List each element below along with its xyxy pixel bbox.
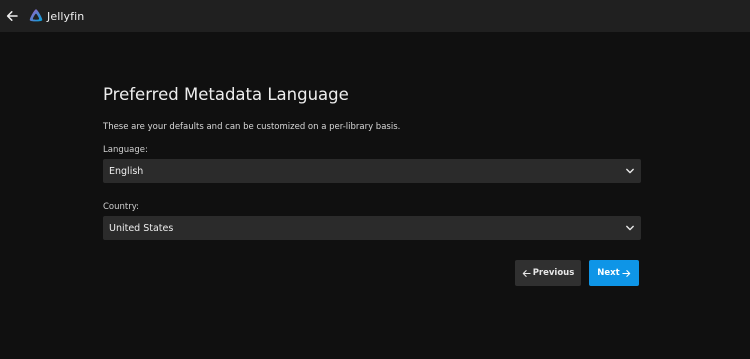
previous-button[interactable]: Previous [515, 260, 581, 286]
country-select[interactable]: United States [103, 216, 641, 240]
arrow-right-icon [622, 269, 630, 277]
arrow-left-icon [6, 11, 18, 21]
app-name: Jellyfin [47, 9, 85, 23]
previous-button-label: Previous [532, 268, 575, 278]
app-window: Jellyfin Preferred Metadata Language The… [0, 0, 750, 359]
page-description: These are your defaults and can be custo… [103, 122, 401, 132]
jellyfin-logo-icon [29, 9, 43, 22]
app-logo[interactable]: Jellyfin [28, 8, 84, 24]
language-label: Language: [103, 145, 148, 155]
chevron-down-icon [626, 168, 634, 174]
header-bar: Jellyfin [0, 0, 750, 32]
arrow-left-icon [522, 269, 531, 277]
next-button-label: Next [597, 268, 620, 278]
back-button[interactable] [2, 6, 22, 26]
page-title: Preferred Metadata Language [103, 85, 349, 104]
chevron-down-icon [626, 225, 634, 231]
country-select-value: United States [109, 222, 174, 234]
language-select[interactable]: English [103, 159, 641, 183]
wizard-metadata-language: Preferred Metadata Language These are yo… [103, 84, 641, 240]
next-button[interactable]: Next [589, 260, 639, 286]
country-label: Country: [103, 202, 140, 212]
language-select-value: English [109, 165, 144, 177]
